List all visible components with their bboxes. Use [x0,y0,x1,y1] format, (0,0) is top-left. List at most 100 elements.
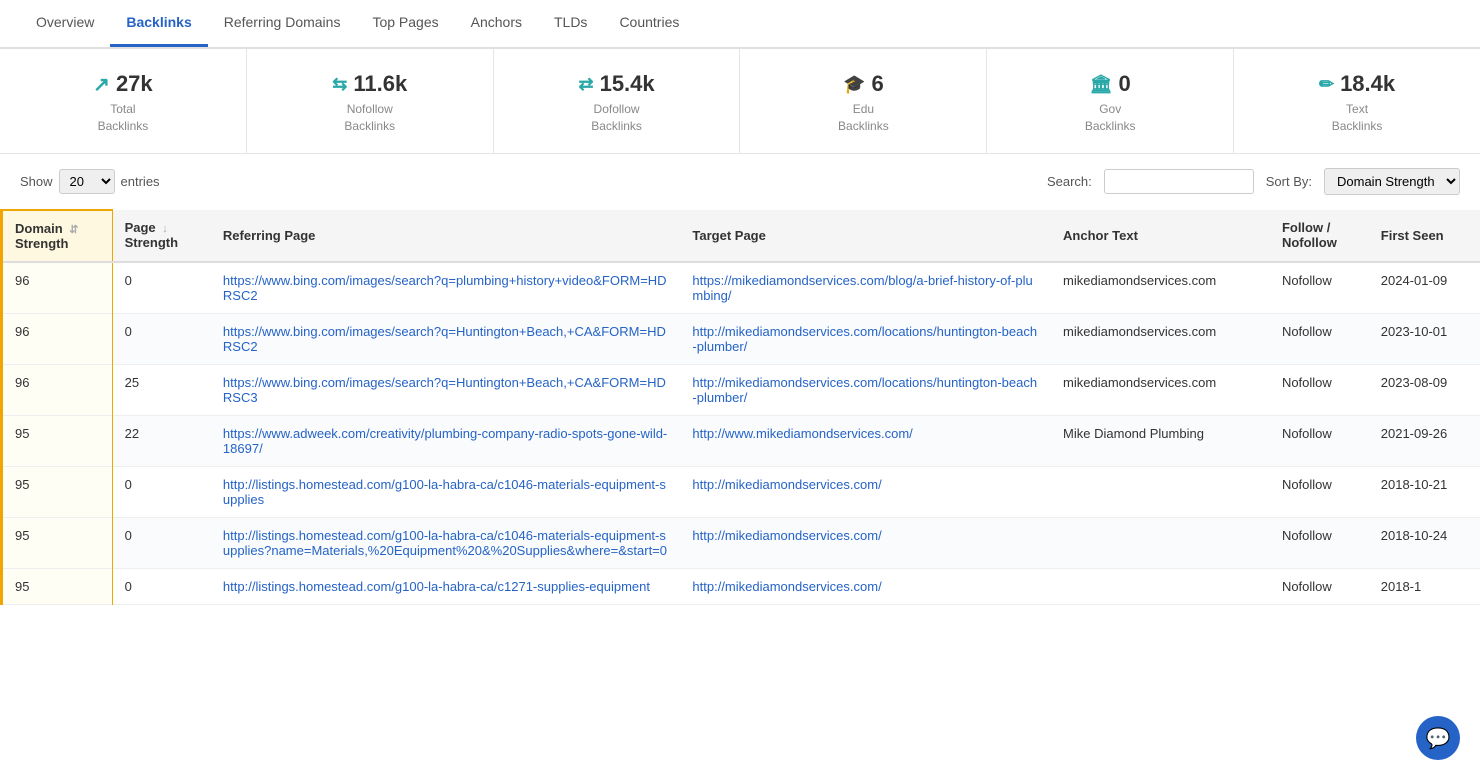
domain-strength-cell: 95 [2,568,113,604]
referring-page-cell-link[interactable]: https://www.bing.com/images/search?q=Hun… [223,324,666,354]
anchor-text-cell [1051,466,1270,517]
referring-page-cell-link[interactable]: https://www.bing.com/images/search?q=plu… [223,273,667,303]
gov-backlinks-label1: Gov [1099,102,1121,116]
referring-page-cell-link[interactable]: http://listings.homestead.com/g100-la-ha… [223,579,650,594]
target-page-cell[interactable]: http://mikediamondservices.com/ [680,466,1051,517]
follow-nofollow-cell: Nofollow [1270,364,1369,415]
anchor-text-cell [1051,568,1270,604]
target-page-cell[interactable]: http://mikediamondservices.com/ [680,517,1051,568]
total-backlinks-icon: ↗ [93,72,110,97]
col-header-anchor-text: Anchor Text [1051,210,1270,262]
text-backlinks-icon: ✏ [1319,74,1334,95]
referring-page-cell-link[interactable]: http://listings.homestead.com/g100-la-ha… [223,528,667,558]
tab-overview[interactable]: Overview [20,0,110,47]
anchor-text-cell: Mike Diamond Plumbing [1051,415,1270,466]
sort-select[interactable]: Domain Strength Page Strength First Seen… [1324,168,1460,195]
tab-anchors[interactable]: Anchors [455,0,538,47]
first-seen-cell: 2021-09-26 [1369,415,1480,466]
referring-page-cell-link[interactable]: http://listings.homestead.com/g100-la-ha… [223,477,666,507]
first-seen-cell: 2024-01-09 [1369,262,1480,314]
stat-nofollow-backlinks: ⇆ 11.6k Nofollow Backlinks [247,49,494,153]
referring-page-cell[interactable]: https://www.adweek.com/creativity/plumbi… [211,415,680,466]
table-row: 950 http://listings.homestead.com/g100-la… [2,466,1480,517]
target-page-cell-link[interactable]: http://mikediamondservices.com/ [692,477,881,492]
dofollow-backlinks-value: 15.4k [600,71,655,97]
referring-page-cell[interactable]: http://listings.homestead.com/g100-la-ha… [211,568,680,604]
target-page-cell[interactable]: http://www.mikediamondservices.com/ [680,415,1051,466]
nofollow-backlinks-icon: ⇆ [332,74,347,95]
table-wrapper: Domain ⇵Strength Page ↓Strength Referrin… [0,209,1480,605]
page-strength-cell: 25 [112,364,211,415]
referring-page-cell[interactable]: https://www.bing.com/images/search?q=Hun… [211,313,680,364]
stat-dofollow-backlinks: ⇄ 15.4k Dofollow Backlinks [494,49,741,153]
referring-page-cell[interactable]: https://www.bing.com/images/search?q=Hun… [211,364,680,415]
anchor-text-cell: mikediamondservices.com [1051,313,1270,364]
page-strength-cell: 0 [112,466,211,517]
stat-edu-backlinks: 🎓 6 Edu Backlinks [740,49,987,153]
referring-page-cell-link[interactable]: https://www.bing.com/images/search?q=Hun… [223,375,666,405]
total-backlinks-value: 27k [116,71,153,97]
chat-bubble[interactable]: 💬 [1416,716,1460,760]
anchor-text-cell: mikediamondservices.com [1051,262,1270,314]
target-page-cell-link[interactable]: http://www.mikediamondservices.com/ [692,426,912,441]
domain-strength-cell: 96 [2,364,113,415]
target-page-cell-link[interactable]: http://mikediamondservices.com/locations… [692,324,1037,354]
sort-label: Sort By: [1266,174,1312,189]
first-seen-cell: 2023-10-01 [1369,313,1480,364]
table-row: 960 https://www.bing.com/images/search?q=… [2,313,1480,364]
first-seen-cell: 2018-10-21 [1369,466,1480,517]
tab-referring-domains[interactable]: Referring Domains [208,0,357,47]
referring-page-cell-link[interactable]: https://www.adweek.com/creativity/plumbi… [223,426,667,456]
col-header-first-seen: First Seen [1369,210,1480,262]
target-page-cell-link[interactable]: http://mikediamondservices.com/locations… [692,375,1037,405]
edu-backlinks-label2: Backlinks [838,119,889,133]
table-row: 9625 https://www.bing.com/images/search?q… [2,364,1480,415]
referring-page-cell[interactable]: https://www.bing.com/images/search?q=plu… [211,262,680,314]
controls-right: Search: Sort By: Domain Strength Page St… [1047,168,1460,195]
controls-left: Show 10 20 50 100 entries [20,169,160,194]
first-seen-cell: 2018-10-24 [1369,517,1480,568]
tab-top-pages[interactable]: Top Pages [356,0,454,47]
tab-countries[interactable]: Countries [603,0,695,47]
gov-backlinks-label2: Backlinks [1085,119,1136,133]
show-entries-select[interactable]: 10 20 50 100 [59,169,115,194]
tab-bar: Overview Backlinks Referring Domains Top… [0,0,1480,49]
domain-strength-cell: 96 [2,313,113,364]
col-header-page-strength[interactable]: Page ↓Strength [112,210,211,262]
col-header-domain-strength[interactable]: Domain ⇵Strength [2,210,113,262]
table-row: 960https://www.bing.com/images/search?q=… [2,262,1480,314]
tab-backlinks[interactable]: Backlinks [110,0,207,47]
col-header-follow-nofollow: Follow /Nofollow [1270,210,1369,262]
page-strength-cell: 22 [112,415,211,466]
page-strength-cell: 0 [112,517,211,568]
col-header-target-page: Target Page [680,210,1051,262]
first-seen-cell: 2018-1 [1369,568,1480,604]
tab-tlds[interactable]: TLDs [538,0,603,47]
table-row: 9522https://www.adweek.com/creativity/pl… [2,415,1480,466]
col-header-referring-page: Referring Page [211,210,680,262]
text-backlinks-label1: Text [1346,102,1368,116]
dofollow-backlinks-label2: Backlinks [591,119,642,133]
page-strength-cell: 0 [112,568,211,604]
referring-page-cell[interactable]: http://listings.homestead.com/g100-la-ha… [211,517,680,568]
table-row: 950 http://listings.homestead.com/g100-la… [2,568,1480,604]
target-page-cell-link[interactable]: https://mikediamondservices.com/blog/a-b… [692,273,1032,303]
domain-strength-cell: 96 [2,262,113,314]
follow-nofollow-cell: Nofollow [1270,568,1369,604]
gov-backlinks-value: 0 [1119,71,1131,97]
target-page-cell-link[interactable]: http://mikediamondservices.com/ [692,528,881,543]
target-page-cell[interactable]: http://mikediamondservices.com/locations… [680,364,1051,415]
show-label: Show [20,174,53,189]
stat-total-backlinks: ↗ 27k Total Backlinks [0,49,247,153]
target-page-cell-link[interactable]: http://mikediamondservices.com/ [692,579,881,594]
target-page-cell[interactable]: https://mikediamondservices.com/blog/a-b… [680,262,1051,314]
referring-page-cell[interactable]: http://listings.homestead.com/g100-la-ha… [211,466,680,517]
edu-backlinks-icon: 🎓 [843,74,865,95]
domain-strength-cell: 95 [2,466,113,517]
page-strength-cell: 0 [112,313,211,364]
target-page-cell[interactable]: http://mikediamondservices.com/locations… [680,313,1051,364]
table-row: 950http://listings.homestead.com/g100-la… [2,517,1480,568]
nofollow-backlinks-label2: Backlinks [344,119,395,133]
search-input[interactable] [1104,169,1254,194]
target-page-cell[interactable]: http://mikediamondservices.com/ [680,568,1051,604]
